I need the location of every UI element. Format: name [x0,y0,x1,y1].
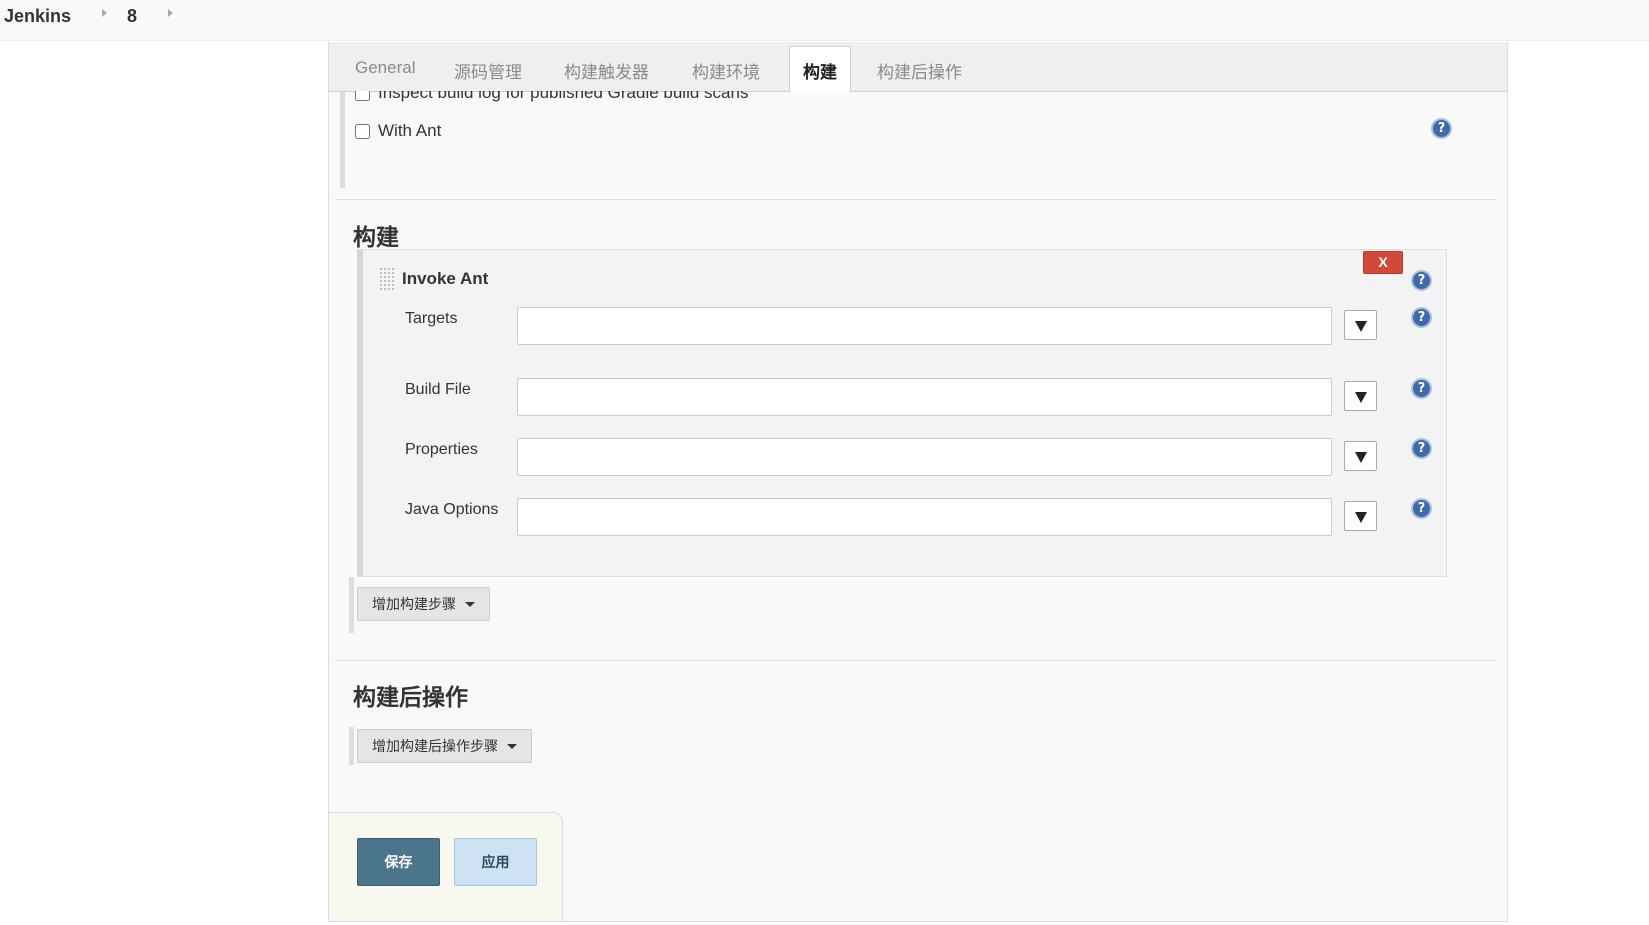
inspect-gradle-label: Inspect build log for published Gradle b… [378,91,749,102]
add-post-build-step-label: 增加构建后操作步骤 [372,738,498,754]
save-button[interactable]: 保存 [357,838,440,886]
tab-bar: General 源码管理 构建触发器 构建环境 构建 构建后操作 [329,42,1507,93]
triangle-down-icon [1355,452,1367,463]
properties-label: Properties [405,441,478,458]
triangle-down-icon [1355,392,1367,403]
bottom-action-bar: 保存 应用 [329,812,563,921]
targets-label: Targets [405,310,458,327]
chevron-right-icon [102,9,107,17]
add-build-step-button[interactable]: 增加构建步骤 [357,587,490,621]
post-build-section-title: 构建后操作 [353,684,468,710]
caret-down-icon [465,601,475,607]
triangle-down-icon [1355,512,1367,523]
targets-expand-button[interactable] [1344,310,1377,340]
with-ant-checkbox[interactable] [355,123,370,139]
build-file-label: Build File [405,381,471,398]
targets-input[interactable] [517,307,1332,345]
add-post-build-step-button[interactable]: 增加构建后操作步骤 [357,729,532,763]
java-options-expand-button[interactable] [1344,501,1377,531]
tab-build-environment[interactable]: 构建环境 [692,58,760,83]
breadcrumb-job[interactable]: 8 [127,6,137,27]
step-title: Invoke Ant [402,269,489,288]
help-icon[interactable]: ? [1411,498,1432,519]
with-ant-option: With Ant [355,116,441,146]
java-options-input[interactable] [517,498,1332,536]
build-file-expand-button[interactable] [1344,381,1377,411]
tab-build-triggers[interactable]: 构建触发器 [564,58,649,83]
tab-source-management[interactable]: 源码管理 [454,58,522,83]
help-icon[interactable]: ? [1411,378,1432,399]
help-icon[interactable]: ? [1411,270,1432,291]
caret-down-icon [507,743,517,749]
tab-post-build-actions[interactable]: 构建后操作 [877,58,962,83]
invoke-ant-step: Invoke Ant X ? Targets ? Build File ? Pr… [357,249,1447,577]
build-section-title: 构建 [353,224,399,250]
inspect-gradle-option: Inspect build log for published Gradle b… [355,91,775,103]
apply-button[interactable]: 应用 [454,838,537,886]
section-divider [335,199,1497,200]
triangle-down-icon [1355,321,1367,332]
section-indent-bar [349,727,354,765]
config-panel: General 源码管理 构建触发器 构建环境 构建 构建后操作 Inspect… [328,42,1508,922]
delete-step-button[interactable]: X [1363,251,1403,274]
build-file-input[interactable] [517,378,1332,416]
breadcrumb: Jenkins 8 [0,0,1649,41]
inspect-gradle-checkbox[interactable] [355,91,370,101]
help-icon[interactable]: ? [1411,438,1432,459]
java-options-label: Java Options [405,501,499,518]
help-icon[interactable]: ? [1411,307,1432,328]
properties-expand-button[interactable] [1344,441,1377,471]
drag-handle-icon[interactable] [379,267,394,291]
tab-general[interactable]: General [355,58,415,78]
chevron-right-icon [168,9,173,17]
with-ant-label[interactable]: With Ant [378,121,441,141]
properties-input[interactable] [517,438,1332,476]
section-indent-bar [340,92,345,188]
add-build-step-label: 增加构建步骤 [372,596,456,612]
section-indent-bar [349,577,354,633]
tab-build[interactable]: 构建 [789,46,851,93]
help-icon[interactable]: ? [1431,118,1452,139]
breadcrumb-jenkins[interactable]: Jenkins [4,6,71,27]
section-divider [335,660,1497,661]
